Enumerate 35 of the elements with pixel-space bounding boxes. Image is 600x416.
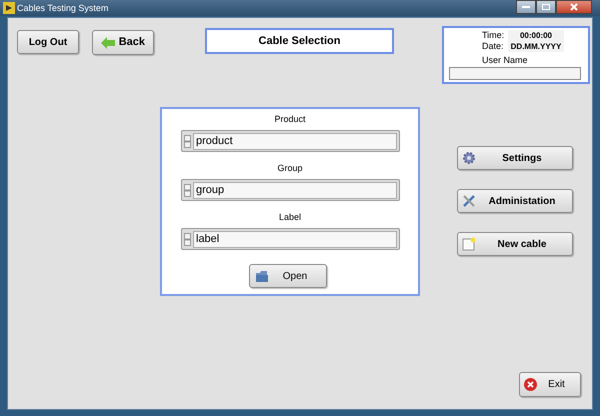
- exit-button[interactable]: Exit: [519, 372, 581, 397]
- ring-selector[interactable]: group: [181, 179, 400, 201]
- tools-icon: [462, 194, 476, 208]
- date-value: DD.MM.YYYY: [508, 41, 564, 52]
- arrow-icon: [101, 36, 115, 48]
- stepper-icon: [184, 232, 191, 246]
- folder-icon: [255, 270, 269, 282]
- note-icon: [462, 237, 476, 251]
- selector-label: Product: [273, 114, 307, 125]
- close-icon: [570, 3, 578, 11]
- time-value: 00:00:00: [508, 30, 564, 41]
- stepper-icon: [184, 134, 191, 148]
- close-button[interactable]: [556, 0, 592, 14]
- date-label: Date:: [482, 41, 504, 52]
- back-button[interactable]: Back: [92, 30, 154, 55]
- close-icon: [524, 378, 537, 391]
- user-name-field[interactable]: [449, 67, 581, 80]
- window-title: Cables Testing System: [17, 2, 108, 14]
- time-label: Time:: [482, 30, 504, 41]
- administration-button[interactable]: Administation: [457, 189, 573, 213]
- heading: Cable Selection: [258, 34, 340, 49]
- selector-label: Group: [276, 163, 304, 174]
- ring-selector[interactable]: label: [181, 228, 400, 250]
- app-icon: [3, 2, 15, 14]
- user-name-label: User Name: [482, 55, 528, 66]
- maximize-button[interactable]: [536, 0, 556, 14]
- selector-label: Label: [278, 212, 302, 223]
- new-cable-button[interactable]: New cable: [457, 232, 573, 256]
- settings-button[interactable]: Settings: [457, 146, 573, 170]
- gear-icon: [462, 151, 476, 165]
- open-button[interactable]: Open: [249, 264, 327, 288]
- logout-button[interactable]: Log Out: [17, 30, 79, 54]
- minimize-button[interactable]: [516, 0, 536, 14]
- ring-selector[interactable]: product: [181, 130, 400, 152]
- stepper-icon: [184, 184, 191, 196]
